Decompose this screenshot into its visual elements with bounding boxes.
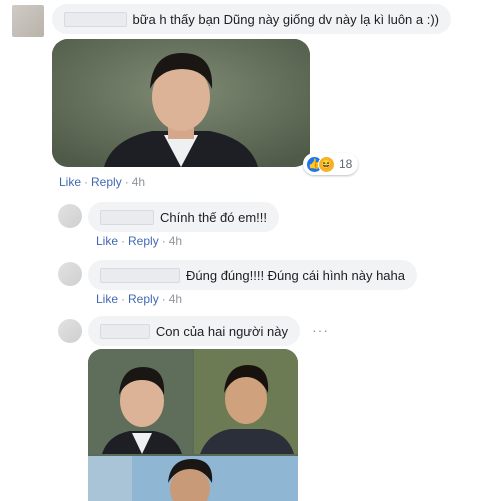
comment-actions: Like · Reply · 4h (59, 175, 146, 189)
commenter-name-redacted[interactable] (64, 11, 127, 27)
reply-avatar[interactable] (58, 204, 82, 228)
reply-bubble: Con của hai người này (88, 316, 300, 346)
reactions-summary[interactable]: 👍 😆 18 (303, 153, 359, 175)
reply-avatar[interactable] (58, 319, 82, 343)
replier-name-redacted[interactable] (100, 209, 155, 225)
reply-link[interactable]: Reply (128, 292, 159, 306)
replier-name-redacted[interactable] (100, 323, 150, 339)
reply-text: Đúng đúng!!!! Đúng cái hình này haha (186, 267, 405, 283)
collage-portraits (88, 349, 298, 501)
reply-text: Con của hai người này (155, 323, 288, 339)
comment-photo[interactable] (52, 39, 310, 167)
like-link[interactable]: Like (59, 175, 81, 189)
reply-actions: Like · Reply · 4h (96, 292, 183, 306)
comment-text: bữa h thấy bạn Dũng này giống dv này lạ … (132, 11, 439, 27)
reply-avatar[interactable] (58, 262, 82, 286)
portrait-man-suit (52, 39, 310, 167)
reply-bubble: Đúng đúng!!!! Đúng cái hình này haha (88, 260, 417, 290)
reply-text: Chính thế đó em!!! (160, 209, 267, 225)
comment-bubble: bữa h thấy bạn Dũng này giống dv này lạ … (52, 4, 451, 34)
timestamp[interactable]: 4h (132, 175, 145, 189)
like-link[interactable]: Like (96, 292, 118, 306)
reply-bubble: Chính thế đó em!!! (88, 202, 279, 232)
like-link[interactable]: Like (96, 234, 118, 248)
reply-link[interactable]: Reply (128, 234, 159, 248)
reply-link[interactable]: Reply (91, 175, 122, 189)
reply-actions: Like · Reply · 4h (96, 234, 183, 248)
replier-name-redacted[interactable] (100, 267, 180, 283)
haha-icon: 😆 (318, 155, 335, 173)
timestamp[interactable]: 4h (169, 292, 182, 306)
timestamp[interactable]: 4h (169, 234, 182, 248)
reply-photo-collage[interactable] (88, 349, 298, 501)
more-options-icon[interactable]: ··· (312, 322, 329, 338)
reaction-count: 18 (339, 157, 353, 171)
commenter-avatar[interactable] (12, 5, 44, 37)
